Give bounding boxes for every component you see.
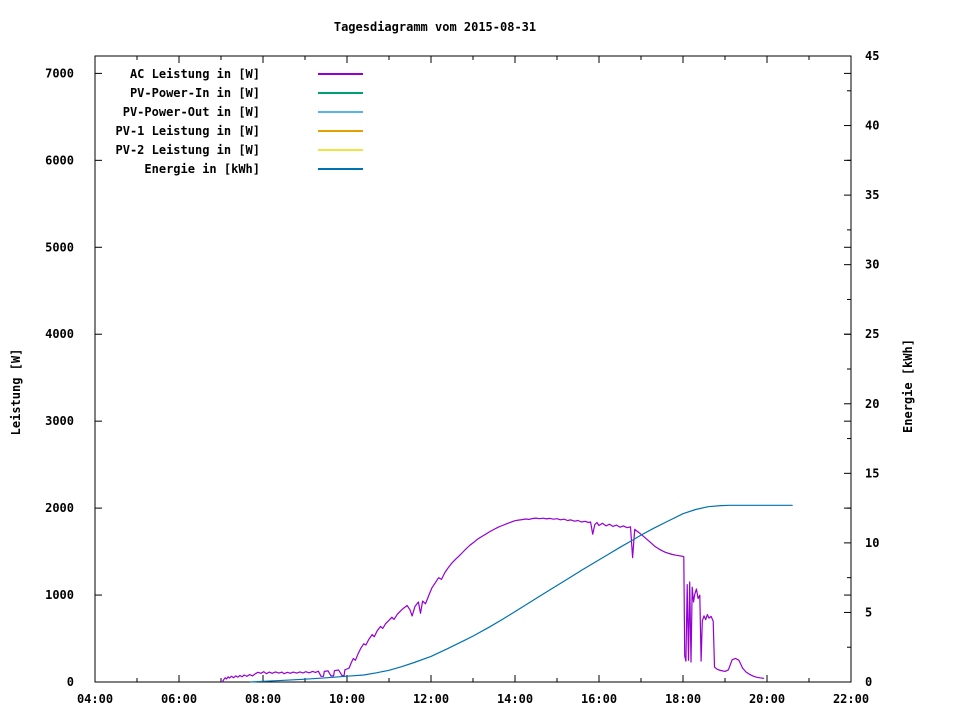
y2-tick-label: 0 [865, 675, 872, 689]
y-tick-label: 3000 [45, 414, 74, 428]
legend-label: AC Leistung in [W] [130, 67, 260, 81]
y2-tick-label: 10 [865, 536, 879, 550]
y-tick-label: 1000 [45, 588, 74, 602]
y-tick-label: 7000 [45, 66, 74, 80]
y2-tick-label: 25 [865, 327, 879, 341]
x-tick-label: 06:00 [161, 692, 197, 706]
y2-tick-label: 20 [865, 397, 879, 411]
y-tick-label: 4000 [45, 327, 74, 341]
y2-tick-label: 45 [865, 49, 879, 63]
y-tick-label: 6000 [45, 153, 74, 167]
plot-canvas: 04:00 06:00 08:00 10:00 12:00 14:00 16:00 18:00… [45, 49, 879, 706]
y-tick-label: 0 [67, 675, 74, 689]
chart-page: Tagesdiagramm vom 2015-08-31 Leistung [W… [0, 0, 960, 720]
x-tick-label: 16:00 [581, 692, 617, 706]
x-tick-label: 20:00 [749, 692, 785, 706]
x-tick-label: 04:00 [77, 692, 113, 706]
legend-label: PV-Power-Out in [W] [123, 105, 260, 119]
legend-label: PV-1 Leistung in [W] [116, 124, 261, 138]
x-tick-label: 14:00 [497, 692, 533, 706]
y2-tick-label: 15 [865, 466, 879, 480]
x-tick-label: 08:00 [245, 692, 281, 706]
legend-label: Energie in [kWh] [144, 162, 260, 176]
y-tick-label: 2000 [45, 501, 74, 515]
legend-label: PV-Power-In in [W] [130, 86, 260, 100]
x-tick-label: 12:00 [413, 692, 449, 706]
y2-tick-label: 30 [865, 258, 879, 272]
series-ac-leistung [221, 517, 765, 683]
x-tick-label: 22:00 [833, 692, 869, 706]
x-tick-label: 18:00 [665, 692, 701, 706]
legend-label: PV-2 Leistung in [W] [116, 143, 261, 157]
y2-tick-label: 35 [865, 188, 879, 202]
y2-tick-label: 40 [865, 119, 879, 133]
series-energie [249, 504, 793, 683]
y2-tick-label: 5 [865, 605, 872, 619]
x-tick-label: 10:00 [329, 692, 365, 706]
y-tick-label: 5000 [45, 240, 74, 254]
